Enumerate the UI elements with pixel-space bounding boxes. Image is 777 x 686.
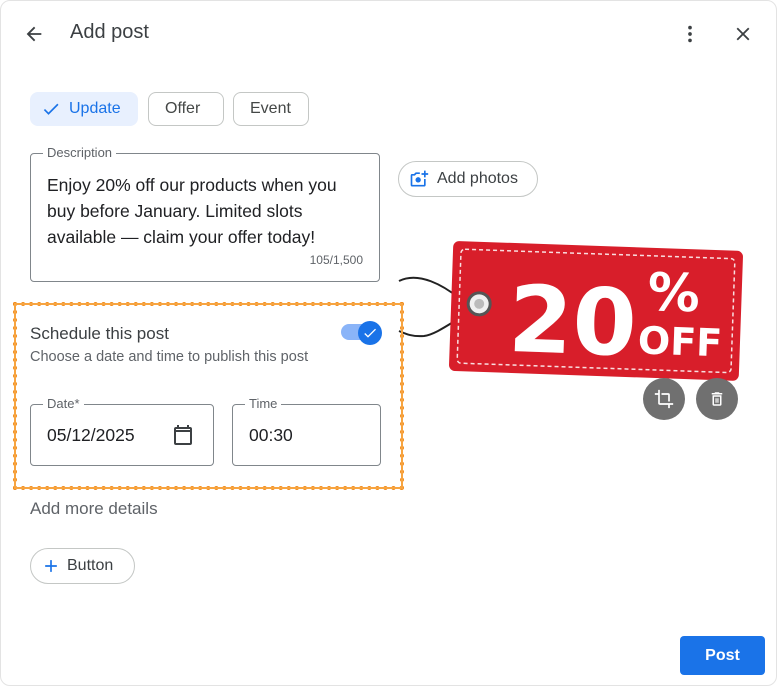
description-field[interactable]: Description Enjoy 20% off our products w… (30, 145, 380, 282)
check-icon (364, 328, 376, 338)
description-label: Description (43, 145, 117, 161)
add-photo-icon (409, 169, 429, 189)
plus-icon (41, 556, 61, 576)
chip-event-label: Event (250, 100, 291, 117)
schedule-toggle-thumb[interactable] (358, 321, 382, 345)
chip-offer-label: Offer (165, 100, 201, 117)
chip-update[interactable]: Update (30, 92, 138, 126)
character-counter: 105/1,500 (309, 253, 363, 267)
schedule-subtitle: Choose a date and time to publish this p… (30, 349, 309, 365)
date-value[interactable]: 05/12/2025 (47, 425, 135, 446)
close-icon[interactable] (725, 16, 761, 52)
delete-photo-button[interactable] (696, 378, 738, 420)
date-label: Date* (43, 396, 84, 412)
tag-number: 20 (507, 266, 639, 377)
back-arrow-icon[interactable] (16, 16, 52, 52)
check-icon (43, 103, 59, 115)
schedule-title: Schedule this post (30, 324, 169, 343)
time-field[interactable]: Time 00:30 (232, 396, 381, 466)
tag-percent: % (647, 263, 701, 325)
date-field[interactable]: Date* 05/12/2025 (30, 396, 214, 466)
chip-event[interactable]: Event (233, 92, 309, 126)
chip-offer[interactable]: Offer (148, 92, 224, 126)
crop-button[interactable] (643, 378, 685, 420)
add-photos-label: Add photos (437, 170, 518, 187)
delete-icon (711, 392, 723, 406)
time-value[interactable]: 00:30 (249, 425, 293, 446)
add-button-button[interactable]: Button (30, 548, 135, 584)
dialog-title: Add post (70, 21, 149, 43)
more-vert-icon[interactable] (672, 16, 708, 52)
add-button-label: Button (67, 557, 114, 574)
add-post-dialog: Add post Update Offer Event Description … (0, 0, 777, 686)
description-text[interactable]: Enjoy 20% off our products when you buy … (47, 172, 357, 250)
chip-update-label: Update (69, 100, 121, 117)
offer-tag-image: 20 % OFF (398, 241, 743, 381)
calendar-icon[interactable] (171, 423, 195, 447)
tag-off: OFF (637, 318, 723, 365)
time-label: Time (245, 396, 282, 412)
post-button[interactable]: Post (680, 636, 765, 675)
add-more-details-heading: Add more details (30, 499, 158, 518)
add-photos-button[interactable]: Add photos (398, 161, 538, 197)
crop-icon (654, 389, 674, 409)
